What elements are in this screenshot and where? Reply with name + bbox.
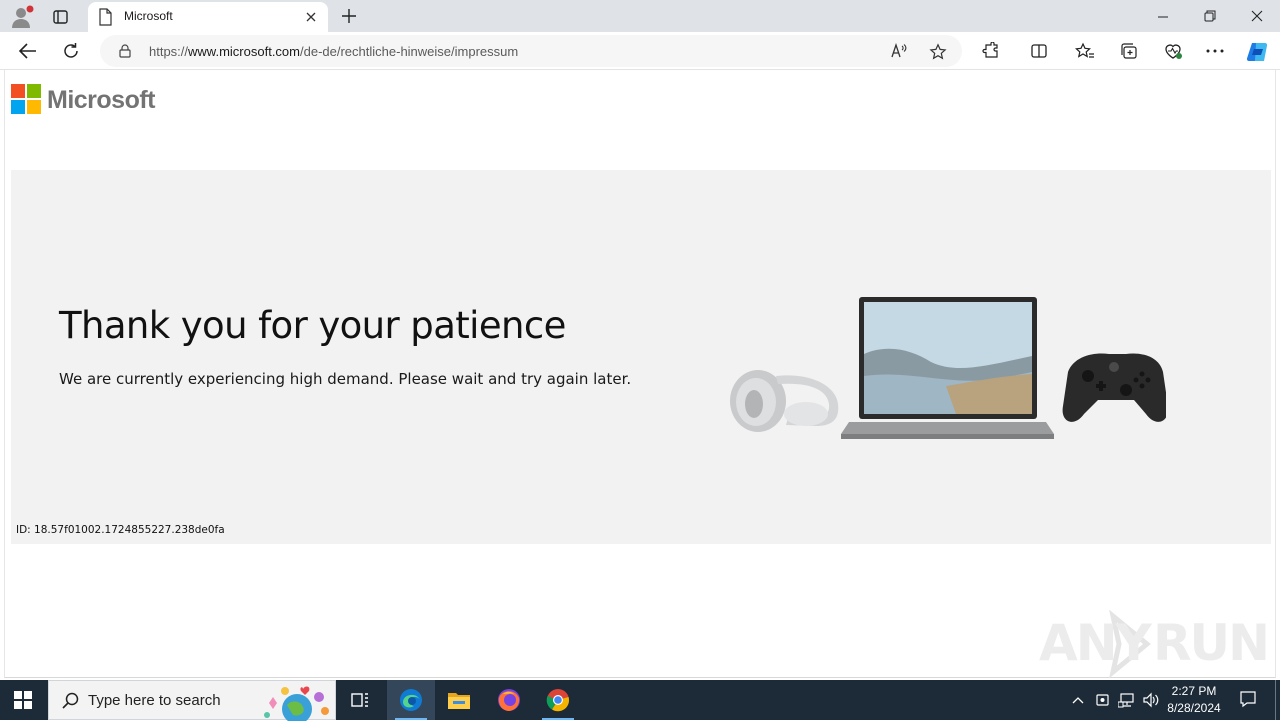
- address-bar[interactable]: https://www.microsoft.com/de-de/rechtlic…: [100, 35, 962, 67]
- url-scheme: https://: [149, 44, 189, 59]
- browser-toolbar: https://www.microsoft.com/de-de/rechtlic…: [0, 32, 1280, 70]
- taskbar-edge-button[interactable]: [387, 680, 435, 720]
- devices-illustration: [730, 297, 1166, 439]
- tab-title: Microsoft: [124, 9, 173, 23]
- network-icon[interactable]: [1118, 692, 1136, 708]
- firefox-icon: [498, 689, 520, 711]
- split-screen-icon[interactable]: [1030, 42, 1048, 60]
- search-icon: [62, 692, 79, 709]
- lock-icon[interactable]: [119, 44, 131, 58]
- taskbar-firefox-button[interactable]: [485, 680, 533, 720]
- page-title: Thank you for your patience: [59, 304, 566, 347]
- browser-essentials-icon[interactable]: [1163, 42, 1183, 60]
- url-path: /de-de/rechtliche-hinweise/impressum: [300, 44, 519, 59]
- error-hero-panel: Thank you for your patience We are curre…: [11, 170, 1271, 544]
- headphones-icon: [730, 370, 839, 432]
- new-tab-icon[interactable]: [340, 7, 358, 25]
- extensions-icon[interactable]: [982, 42, 1000, 60]
- taskbar-clock[interactable]: 2:27 PM 8/28/2024: [1160, 683, 1228, 717]
- notification-center-icon[interactable]: [1239, 690, 1257, 708]
- more-options-icon[interactable]: [1206, 49, 1224, 53]
- page-icon: [99, 8, 112, 26]
- show-hidden-icons-chevron-icon[interactable]: [1071, 694, 1085, 706]
- favorite-star-icon[interactable]: [929, 43, 947, 61]
- volume-icon[interactable]: [1142, 692, 1160, 708]
- taskbar-file-explorer-button[interactable]: [435, 680, 483, 720]
- web-page: Microsoft Thank you for your patience We…: [4, 70, 1276, 679]
- minimize-window-icon[interactable]: [1156, 10, 1170, 24]
- tab-microsoft[interactable]: Microsoft: [88, 2, 328, 32]
- taskbar-search-box[interactable]: Type here to search: [48, 680, 336, 721]
- close-tab-icon[interactable]: [304, 10, 318, 24]
- url-text[interactable]: https://www.microsoft.com/de-de/rechtlic…: [149, 44, 518, 59]
- windows-taskbar: Type here to search 2:27 PM 8/28/2024: [0, 680, 1280, 721]
- search-placeholder: Type here to search: [88, 692, 221, 709]
- clock-date: 8/28/2024: [1167, 701, 1221, 715]
- browser-tab-strip: Microsoft: [0, 0, 1280, 32]
- microsoft-logo-icon[interactable]: [11, 84, 41, 114]
- show-desktop-button[interactable]: [1275, 680, 1276, 720]
- edge-icon: [400, 689, 422, 711]
- reference-id: ID: 18.57f01002.1724855227.238de0fa: [16, 524, 225, 536]
- watermark-text-right: RUN: [1153, 614, 1270, 672]
- chrome-icon: [546, 689, 570, 712]
- watermark-text-left: ANY: [1039, 614, 1152, 672]
- task-view-icon[interactable]: [350, 690, 370, 710]
- url-domain: www.microsoft.com: [188, 44, 300, 59]
- close-window-icon[interactable]: [1250, 9, 1264, 23]
- defender-shield-icon[interactable]: [1095, 692, 1111, 708]
- copilot-icon[interactable]: [1245, 40, 1271, 64]
- profile-icon: [12, 5, 34, 28]
- back-arrow-icon[interactable]: [18, 42, 38, 60]
- restore-window-icon[interactable]: [1203, 9, 1217, 23]
- microsoft-wordmark[interactable]: Microsoft: [47, 86, 156, 115]
- search-highlight-art-icon: [264, 686, 329, 721]
- tab-actions-icon: [53, 10, 68, 24]
- favorites-icon[interactable]: [1075, 42, 1095, 60]
- reload-icon[interactable]: [62, 42, 80, 60]
- read-aloud-icon[interactable]: [890, 43, 908, 59]
- profile-button[interactable]: [8, 4, 36, 30]
- tab-actions-button[interactable]: [48, 4, 74, 30]
- laptop-icon: [841, 297, 1054, 439]
- xbox-controller-icon: [1062, 353, 1166, 422]
- collections-icon[interactable]: [1119, 42, 1139, 60]
- file-explorer-icon: [448, 693, 470, 709]
- windows-start-icon[interactable]: [14, 691, 32, 709]
- clock-time: 2:27 PM: [1171, 684, 1217, 698]
- page-message: We are currently experiencing high deman…: [59, 370, 632, 388]
- taskbar-chrome-button[interactable]: [534, 680, 582, 720]
